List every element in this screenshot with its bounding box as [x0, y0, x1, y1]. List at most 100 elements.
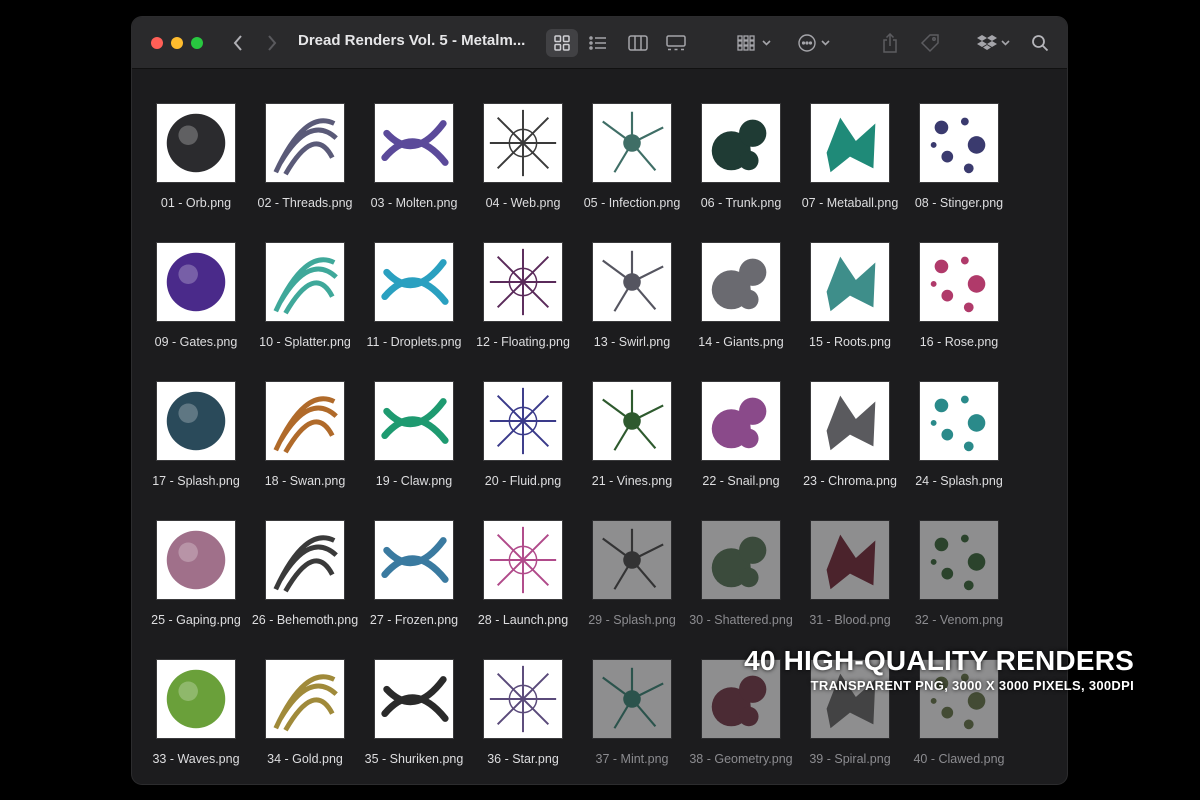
file-thumbnail[interactable]: [374, 659, 454, 739]
file-name[interactable]: 04 - Web.png: [468, 195, 578, 211]
file-name[interactable]: 30 - Shattered.png: [686, 612, 796, 628]
file-thumbnail[interactable]: [701, 242, 781, 322]
file-name[interactable]: 31 - Blood.png: [795, 612, 905, 628]
close-button[interactable]: [151, 37, 163, 49]
file-name[interactable]: 32 - Venom.png: [904, 612, 1014, 628]
file-name[interactable]: 13 - Swirl.png: [577, 334, 687, 350]
file-name[interactable]: 39 - Spiral.png: [795, 751, 905, 767]
file-name[interactable]: 40 - Clawed.png: [904, 751, 1014, 767]
file-thumbnail[interactable]: [156, 242, 236, 322]
list-view-icon[interactable]: [584, 29, 612, 57]
file-name[interactable]: 14 - Giants.png: [686, 334, 796, 350]
render-thumbnail-icon: [602, 528, 664, 590]
file-name[interactable]: 20 - Fluid.png: [468, 473, 578, 489]
file-name[interactable]: 34 - Gold.png: [250, 751, 360, 767]
render-thumbnail-icon: [166, 252, 226, 312]
file-thumbnail[interactable]: [156, 659, 236, 739]
file-thumbnail[interactable]: [265, 659, 345, 739]
file-thumbnail[interactable]: [592, 103, 672, 183]
file-thumbnail[interactable]: [483, 381, 563, 461]
file-thumbnail[interactable]: [265, 520, 345, 600]
file-name[interactable]: 10 - Splatter.png: [250, 334, 360, 350]
file-thumbnail[interactable]: [919, 103, 999, 183]
file-name[interactable]: 01 - Orb.png: [141, 195, 251, 211]
file-thumbnail[interactable]: [701, 381, 781, 461]
file-thumbnail[interactable]: [483, 520, 563, 600]
file-name[interactable]: 08 - Stinger.png: [904, 195, 1014, 211]
tag-icon[interactable]: [918, 29, 942, 57]
file-name[interactable]: 03 - Molten.png: [359, 195, 469, 211]
file-name[interactable]: 16 - Rose.png: [904, 334, 1014, 350]
file-thumbnail[interactable]: [483, 659, 563, 739]
file-name[interactable]: 12 - Floating.png: [468, 334, 578, 350]
file-thumbnail[interactable]: [810, 520, 890, 600]
file-thumbnail[interactable]: [156, 103, 236, 183]
file-name[interactable]: 21 - Vines.png: [577, 473, 687, 489]
file-thumbnail[interactable]: [592, 659, 672, 739]
file-name[interactable]: 33 - Waves.png: [141, 751, 251, 767]
zoom-button[interactable]: [191, 37, 203, 49]
file-name[interactable]: 07 - Metaball.png: [795, 195, 905, 211]
file-thumbnail[interactable]: [919, 242, 999, 322]
file-name[interactable]: 37 - Mint.png: [577, 751, 687, 767]
file-thumbnail[interactable]: [810, 103, 890, 183]
file-name[interactable]: 28 - Launch.png: [468, 612, 578, 628]
file-thumbnail[interactable]: [592, 381, 672, 461]
file-name[interactable]: 19 - Claw.png: [359, 473, 469, 489]
promo-headline: 40 HIGH-QUALITY RENDERS: [744, 645, 1134, 676]
file-thumbnail[interactable]: [810, 381, 890, 461]
share-icon[interactable]: [878, 29, 902, 57]
file-thumbnail[interactable]: [592, 242, 672, 322]
column-view-icon[interactable]: [624, 29, 652, 57]
file-name[interactable]: 11 - Droplets.png: [359, 334, 469, 350]
gallery-view-icon[interactable]: [662, 29, 690, 57]
file-name[interactable]: 18 - Swan.png: [250, 473, 360, 489]
file-thumbnail[interactable]: [810, 242, 890, 322]
file-name[interactable]: 17 - Splash.png: [141, 473, 251, 489]
group-by-icon[interactable]: [736, 29, 774, 57]
more-actions-icon[interactable]: [796, 29, 834, 57]
file-thumbnail[interactable]: [156, 381, 236, 461]
render-thumbnail-icon: [381, 259, 449, 305]
file-thumbnail[interactable]: [374, 242, 454, 322]
file-thumbnail[interactable]: [483, 103, 563, 183]
render-thumbnail-icon: [489, 526, 557, 594]
file-thumbnail[interactable]: [374, 103, 454, 183]
file-thumbnail[interactable]: [919, 381, 999, 461]
render-thumbnail-icon: [273, 257, 338, 315]
file-thumbnail[interactable]: [592, 520, 672, 600]
chevron-left-icon[interactable]: [228, 29, 248, 57]
file-name[interactable]: 15 - Roots.png: [795, 334, 905, 350]
grid-view-icon[interactable]: [546, 29, 578, 57]
file-name[interactable]: 23 - Chroma.png: [795, 473, 905, 489]
file-name[interactable]: 22 - Snail.png: [686, 473, 796, 489]
file-name[interactable]: 26 - Behemoth.png: [250, 612, 360, 628]
file-thumbnail[interactable]: [483, 242, 563, 322]
file-name[interactable]: 24 - Splash.png: [904, 473, 1014, 489]
file-name[interactable]: 09 - Gates.png: [141, 334, 251, 350]
file-thumbnail[interactable]: [156, 520, 236, 600]
search-icon[interactable]: [1028, 29, 1052, 57]
file-thumbnail[interactable]: [265, 103, 345, 183]
file-thumbnail[interactable]: [265, 242, 345, 322]
file-name[interactable]: 36 - Star.png: [468, 751, 578, 767]
file-thumbnail[interactable]: [265, 381, 345, 461]
chevron-right-icon[interactable]: [262, 29, 282, 57]
minimize-button[interactable]: [171, 37, 183, 49]
file-thumbnail[interactable]: [701, 520, 781, 600]
file-name[interactable]: 29 - Splash.png: [577, 612, 687, 628]
file-name[interactable]: 02 - Threads.png: [250, 195, 360, 211]
file-thumbnail[interactable]: [701, 103, 781, 183]
file-thumbnail[interactable]: [374, 520, 454, 600]
render-thumbnail-icon: [166, 113, 226, 173]
file-name[interactable]: 06 - Trunk.png: [686, 195, 796, 211]
file-thumbnail[interactable]: [374, 381, 454, 461]
file-name[interactable]: 35 - Shuriken.png: [359, 751, 469, 767]
file-name[interactable]: 25 - Gaping.png: [141, 612, 251, 628]
render-thumbnail-icon: [602, 250, 664, 312]
file-name[interactable]: 27 - Frozen.png: [359, 612, 469, 628]
file-name[interactable]: 05 - Infection.png: [577, 195, 687, 211]
file-thumbnail[interactable]: [919, 520, 999, 600]
file-name[interactable]: 38 - Geometry.png: [686, 751, 796, 767]
dropbox-icon[interactable]: [976, 29, 1012, 57]
